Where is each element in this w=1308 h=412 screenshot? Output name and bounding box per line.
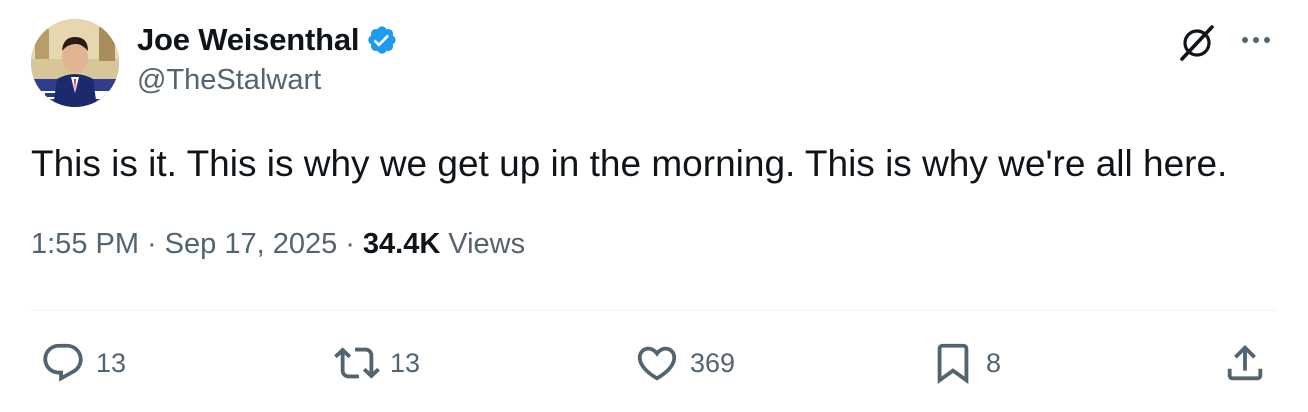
like-button[interactable]: 369	[634, 340, 735, 386]
bookmark-button[interactable]: 8	[930, 340, 1001, 386]
reply-button[interactable]: 13	[40, 340, 126, 386]
tweet-meta: 1:55 PM · Sep 17, 2025 · 34.4K Views	[31, 228, 525, 261]
share-button[interactable]	[1222, 340, 1268, 386]
bookmark-icon	[937, 343, 969, 384]
reply-icon	[43, 343, 83, 382]
tweet-date[interactable]: Sep 17, 2025	[165, 228, 338, 261]
reply-count: 13	[96, 347, 127, 378]
meta-separator: ·	[147, 228, 157, 260]
more-icon[interactable]	[1238, 30, 1274, 50]
avatar-image	[31, 19, 119, 107]
divider	[31, 310, 1276, 311]
author-name-row[interactable]: Joe Weisenthal	[137, 20, 398, 60]
views-count[interactable]: 34.4K	[363, 228, 440, 261]
repost-button[interactable]: 13	[334, 340, 420, 386]
repost-icon	[334, 347, 380, 379]
repost-count: 13	[390, 347, 421, 378]
avatar[interactable]	[31, 19, 119, 107]
grok-icon[interactable]	[1176, 22, 1218, 64]
tweet-text: This is it. This is why we get up in the…	[31, 143, 1228, 184]
bookmark-count: 8	[986, 347, 1002, 378]
share-icon	[1227, 344, 1263, 381]
author-handle[interactable]: @TheStalwart	[137, 64, 321, 97]
views-label: Views	[448, 228, 526, 260]
author-display-name[interactable]: Joe Weisenthal	[137, 22, 360, 58]
heart-icon	[637, 346, 677, 381]
meta-separator: ·	[345, 228, 355, 260]
tweet-time[interactable]: 1:55 PM	[31, 228, 139, 261]
like-count: 369	[690, 347, 736, 378]
verified-badge-icon[interactable]	[366, 24, 398, 56]
